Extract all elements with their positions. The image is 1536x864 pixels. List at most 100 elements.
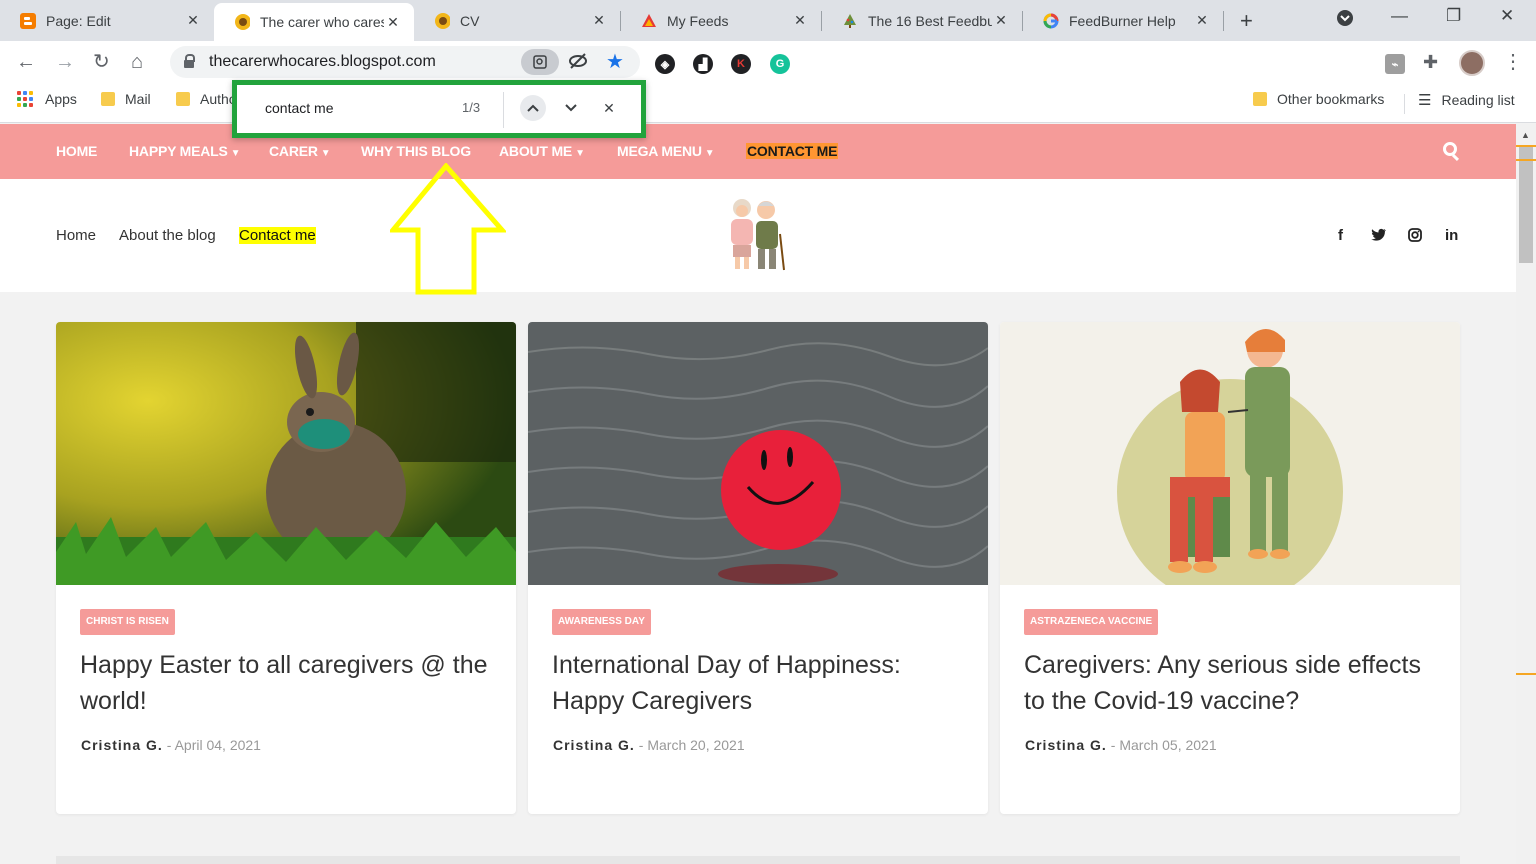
find-previous-chevron-up-icon[interactable] <box>520 95 546 121</box>
bookmark-label: Mail <box>125 91 151 107</box>
close-icon[interactable]: ✕ <box>184 12 202 29</box>
nav-label: MEGA MENU <box>617 143 702 159</box>
nav-why-this-blog[interactable]: WHY THIS BLOG <box>361 143 471 159</box>
close-icon[interactable]: ✕ <box>791 12 809 29</box>
post-image-vaccine[interactable] <box>1000 322 1460 585</box>
search-icon[interactable] <box>1443 142 1461 162</box>
twitter-icon[interactable] <box>1371 228 1386 245</box>
post-card[interactable]: CHRIST IS RISEN Happy Easter to all care… <box>56 322 516 814</box>
grammarly-icon[interactable]: G <box>770 54 790 74</box>
find-match-marker <box>1516 145 1536 147</box>
tab-best-feedburner[interactable]: The 16 Best Feedbu ✕ <box>822 0 1022 41</box>
reading-list-icon: ☰ <box>1418 92 1432 109</box>
post-title[interactable]: Caregivers: Any serious side effects to … <box>1024 647 1434 719</box>
site-header: Home About the blog Contact me f in <box>0 179 1516 292</box>
back-arrow-icon[interactable]: ← <box>16 51 36 73</box>
post-card[interactable]: ASTRAZENECA VACCINE Caregivers: Any seri… <box>1000 322 1460 814</box>
post-card[interactable]: AWARENESS DAY International Day of Happi… <box>528 322 988 814</box>
post-title[interactable]: Happy Easter to all caregivers @ the wor… <box>80 647 490 719</box>
find-in-page-icon[interactable] <box>521 49 559 75</box>
browser-toolbar: ← → ↻ ⌂ thecarerwhocares.blogspot.com ★ … <box>0 41 1536 118</box>
post-image-smiley-ball[interactable] <box>528 322 988 585</box>
tab-search-icon[interactable] <box>1337 10 1353 31</box>
reload-icon[interactable]: ↻ <box>93 51 110 73</box>
elderly-couple-logo[interactable] <box>720 194 790 272</box>
subnav-about[interactable]: About the blog <box>119 227 216 244</box>
tab-title: My Feeds <box>667 12 729 29</box>
post-author[interactable]: Cristina G. <box>1025 737 1107 753</box>
post-title[interactable]: International Day of Happiness: Happy Ca… <box>552 647 962 719</box>
url-text[interactable]: thecarerwhocares.blogspot.com <box>209 53 436 71</box>
tab-title: The carer who cares <box>260 14 384 30</box>
nav-about-me[interactable]: ABOUT ME ▼ <box>499 143 585 159</box>
subnav-home[interactable]: Home <box>56 227 96 244</box>
close-icon[interactable]: ✕ <box>384 14 402 31</box>
subnav-contact[interactable]: Contact me <box>239 227 316 244</box>
nav-happy-meals[interactable]: HAPPY MEALS ▼ <box>129 143 241 159</box>
linkedin-icon[interactable]: in <box>1445 227 1458 244</box>
tab-feedburner-help[interactable]: FeedBurner Help ✕ <box>1023 0 1223 41</box>
pdf-extension-icon[interactable]: ⌁ <box>1385 54 1405 74</box>
post-tag[interactable]: ASTRAZENECA VACCINE <box>1024 609 1159 635</box>
extension-rocket-icon[interactable]: ◈ <box>655 54 675 74</box>
nav-label: CARER <box>269 143 318 159</box>
tab-page-edit[interactable]: Page: Edit ✕ <box>0 0 214 41</box>
home-icon[interactable]: ⌂ <box>131 51 143 73</box>
scrollbar-thumb[interactable] <box>1519 145 1533 263</box>
address-bar[interactable]: thecarerwhocares.blogspot.com ★ <box>170 46 640 78</box>
folder-icon <box>176 92 190 106</box>
chevron-down-icon: ▼ <box>704 148 715 159</box>
forward-arrow-icon[interactable]: → <box>55 51 75 73</box>
tab-carer-who-cares[interactable]: The carer who cares ✕ <box>214 3 414 41</box>
find-input[interactable]: contact me <box>265 100 333 116</box>
reading-list-button[interactable]: ☰ Reading list <box>1418 91 1515 109</box>
tab-title: CV <box>460 12 480 29</box>
tab-my-feeds[interactable]: My Feeds ✕ <box>621 0 821 41</box>
nav-mega-menu[interactable]: MEGA MENU ▼ <box>617 143 715 159</box>
nav-label: HAPPY MEALS <box>129 143 228 159</box>
post-tag[interactable]: CHRIST IS RISEN <box>80 609 175 635</box>
tab-cv[interactable]: CV ✕ <box>414 0 620 41</box>
close-icon[interactable]: ✕ <box>992 12 1010 29</box>
feedly-icon <box>641 13 657 29</box>
find-in-page-bar: contact me 1/3 ✕ <box>232 80 646 138</box>
post-author[interactable]: Cristina G. <box>81 737 163 753</box>
instagram-icon[interactable] <box>1408 228 1422 246</box>
more-menu-icon[interactable]: ⋮ <box>1503 51 1523 73</box>
bookmark-mail[interactable]: Mail <box>101 91 151 107</box>
bookmark-star-icon[interactable]: ★ <box>606 49 624 74</box>
nav-home[interactable]: HOME <box>56 143 97 159</box>
nav-contact-me[interactable]: CONTACT ME <box>746 143 839 159</box>
close-icon[interactable]: ✕ <box>1193 12 1211 29</box>
tree-icon <box>842 13 858 29</box>
post-author[interactable]: Cristina G. <box>553 737 635 753</box>
extension-chart-icon[interactable]: ▟ <box>693 54 713 74</box>
close-icon[interactable]: ✕ <box>590 12 608 29</box>
chevron-down-icon: ▼ <box>320 148 331 159</box>
find-next-chevron-down-icon[interactable] <box>558 95 584 121</box>
post-date: - March 20, 2021 <box>638 737 745 753</box>
minimize-icon[interactable]: — <box>1391 6 1408 26</box>
find-divider <box>503 92 504 128</box>
window-close-icon[interactable]: ✕ <box>1500 6 1514 26</box>
lock-icon[interactable] <box>184 54 195 68</box>
post-tag[interactable]: AWARENESS DAY <box>552 609 651 635</box>
restore-icon[interactable]: ❐ <box>1446 6 1461 26</box>
bookmark-other[interactable]: Other bookmarks <box>1253 91 1384 107</box>
post-meta: Cristina G. - April 04, 2021 <box>81 737 261 753</box>
nav-carer[interactable]: CARER ▼ <box>269 143 331 159</box>
profile-avatar[interactable] <box>1459 50 1485 76</box>
find-match-marker <box>1516 159 1536 161</box>
chevron-down-icon: ▼ <box>575 148 585 159</box>
find-close-icon[interactable]: ✕ <box>596 95 622 121</box>
scroll-up-arrow-icon[interactable]: ▲ <box>1521 130 1530 140</box>
google-icon <box>1043 13 1059 29</box>
sunflower-icon <box>234 14 250 30</box>
puzzle-extensions-icon[interactable]: ✚ <box>1423 51 1438 73</box>
extension-k-icon[interactable]: K <box>731 54 751 74</box>
new-tab-plus-icon[interactable]: + <box>1240 8 1253 34</box>
eye-slash-icon[interactable] <box>568 52 588 75</box>
post-image-bunny[interactable] <box>56 322 516 585</box>
facebook-icon[interactable]: f <box>1338 227 1343 244</box>
bookmark-apps[interactable]: Apps <box>17 91 77 107</box>
